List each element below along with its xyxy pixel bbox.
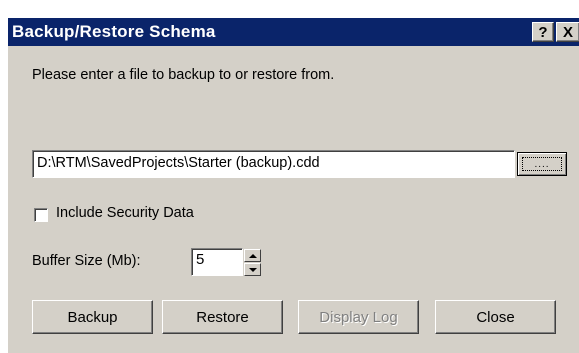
title-bar[interactable]: Backup/Restore Schema ? X xyxy=(8,18,579,46)
arrow-down-icon xyxy=(248,267,257,272)
close-button[interactable]: Close xyxy=(435,300,556,334)
buffer-size-label: Buffer Size (Mb): xyxy=(32,253,141,269)
window-title: Backup/Restore Schema xyxy=(12,22,216,41)
include-security-checkbox[interactable] xyxy=(34,208,48,222)
buffer-size-input[interactable]: 5 xyxy=(191,248,243,276)
help-button[interactable]: ? xyxy=(532,22,554,42)
include-security-label[interactable]: Include Security Data xyxy=(56,205,194,221)
close-icon[interactable]: X xyxy=(556,22,579,42)
backup-button[interactable]: Backup xyxy=(32,300,153,334)
arrow-up-icon xyxy=(248,253,257,258)
browse-button-label: .... xyxy=(522,157,562,171)
file-path-input[interactable]: D:\RTM\SavedProjects\Starter (backup).cd… xyxy=(32,150,515,178)
backup-restore-dialog: Backup/Restore Schema ? X Please enter a… xyxy=(8,18,579,353)
instruction-text: Please enter a file to backup to or rest… xyxy=(32,67,335,83)
display-log-button: Display Log xyxy=(298,300,419,334)
spin-down-button[interactable] xyxy=(244,263,261,276)
spin-up-button[interactable] xyxy=(244,249,261,262)
restore-button[interactable]: Restore xyxy=(162,300,283,334)
browse-button[interactable]: .... xyxy=(517,152,567,176)
